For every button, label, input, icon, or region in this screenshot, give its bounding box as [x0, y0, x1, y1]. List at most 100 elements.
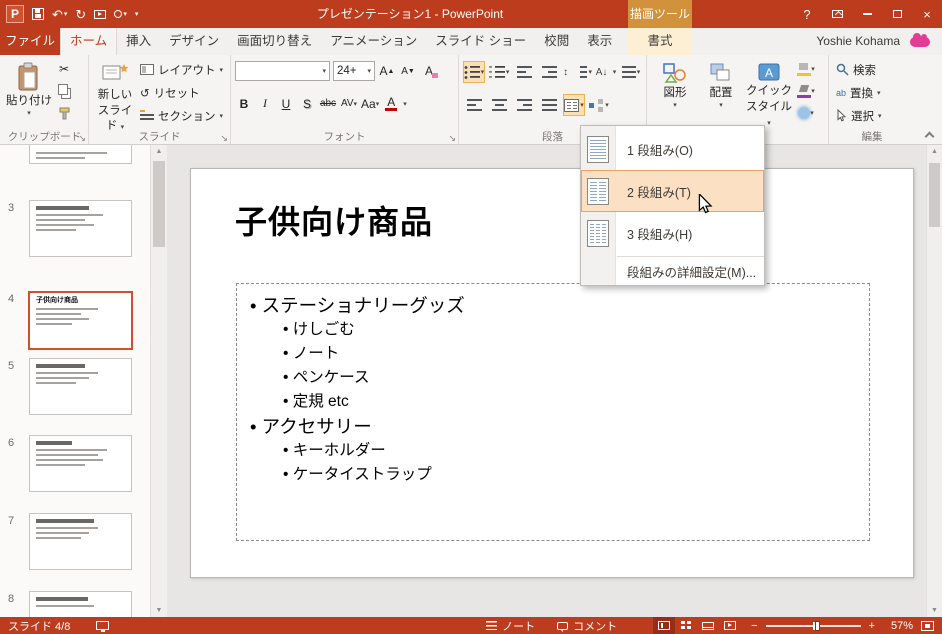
bullet-item[interactable]: • ステーショナリーグッズ — [250, 293, 869, 318]
thumbnail-slide-5[interactable] — [29, 358, 132, 415]
copy-button[interactable] — [53, 81, 75, 101]
text-shadow-button[interactable]: S — [298, 94, 316, 113]
bullet-item[interactable]: • ノート — [283, 342, 869, 366]
scroll-down-icon[interactable]: ▼ — [151, 607, 167, 614]
cut-button[interactable]: ✂ — [53, 59, 75, 79]
ribbon-display-options-button[interactable] — [822, 0, 852, 28]
change-case-button[interactable]: Aa ▾ — [361, 94, 379, 113]
shapes-button[interactable]: 図形 ▾ — [651, 59, 699, 129]
align-left-button[interactable] — [463, 94, 485, 116]
shape-effects-button[interactable]: ▾ — [795, 103, 817, 123]
font-name-combo[interactable]: ▾ — [235, 61, 330, 81]
zoom-slider-thumb[interactable] — [814, 620, 820, 631]
menu-item-one-column[interactable]: 1 段組み(O) — [581, 128, 764, 170]
maximize-button[interactable] — [882, 0, 912, 28]
new-slide-button[interactable]: 新しい スライド ▾ — [93, 59, 137, 133]
thumbnail-scrollbar-thumb[interactable] — [153, 161, 165, 247]
tab-slideshow[interactable]: スライド ショー — [426, 28, 535, 55]
collapse-ribbon-button[interactable] — [924, 131, 935, 142]
thumbnail-slide-4-selected[interactable]: 子供向け商品 — [28, 291, 133, 350]
undo-dropdown-caret[interactable]: ▾ — [64, 11, 68, 18]
line-spacing-button[interactable]: ↕ ▾ — [563, 61, 592, 83]
decrease-indent-button[interactable] — [513, 61, 535, 83]
shape-fill-button[interactable]: ▾ — [795, 59, 817, 79]
align-center-button[interactable] — [488, 94, 510, 116]
tab-home[interactable]: ホーム — [60, 28, 118, 55]
zoom-out-button[interactable]: − — [751, 620, 757, 632]
save-button[interactable] — [32, 8, 44, 20]
redo-button[interactable]: ↻ — [75, 8, 86, 21]
layout-button[interactable]: レイアウト ▾ — [137, 59, 226, 80]
paste-caret[interactable]: ▾ — [27, 110, 31, 119]
quick-styles-button[interactable]: A クイック スタイル ▾ — [743, 59, 795, 129]
bullet-item[interactable]: • けしごむ — [283, 318, 869, 342]
reset-button[interactable]: ↺ リセット — [137, 82, 203, 103]
menu-item-more-columns[interactable]: 段組みの詳細設定(M)... — [581, 259, 764, 283]
help-button[interactable]: ? — [792, 0, 822, 28]
tab-review[interactable]: 校閲 — [535, 28, 578, 55]
content-placeholder-selected[interactable]: • ステーショナリーグッズ • けしごむ • ノート • ペンケース • 定規 … — [236, 283, 870, 541]
main-scrollbar-thumb[interactable] — [929, 163, 940, 227]
cloud-account-icon[interactable] — [910, 33, 930, 47]
decrease-font-button[interactable]: A ▼ — [399, 62, 417, 81]
new-slide-caret[interactable]: ▾ — [121, 124, 125, 131]
tab-file[interactable]: ファイル — [0, 28, 60, 55]
section-button[interactable]: セクション ▾ — [137, 105, 226, 126]
powerpoint-app-icon[interactable]: P — [6, 5, 24, 23]
tab-insert[interactable]: 挿入 — [117, 28, 160, 55]
menu-item-two-columns-highlighted[interactable]: 2 段組み(T) — [581, 170, 764, 212]
character-spacing-button[interactable]: AV ▾ — [340, 94, 358, 113]
scroll-up-icon[interactable]: ▲ — [927, 148, 942, 155]
bullet-item[interactable]: • 定規 etc — [283, 390, 869, 414]
increase-indent-button[interactable] — [538, 61, 560, 83]
text-direction-button[interactable]: A↓ ▾ — [595, 61, 617, 83]
thumbnail-slide-2-partial[interactable] — [29, 145, 132, 164]
align-text-button[interactable]: ▾ — [620, 61, 642, 83]
font-size-combo[interactable]: 24+ ▾ — [333, 61, 375, 81]
font-size-caret[interactable]: ▾ — [367, 67, 371, 75]
slides-dialog-launcher[interactable]: ↘ — [220, 134, 228, 143]
clear-formatting-button[interactable]: A — [420, 62, 438, 81]
underline-button[interactable]: U — [277, 94, 295, 113]
zoom-level[interactable]: 57% — [879, 620, 913, 632]
slide-title[interactable]: 子供向け商品 — [235, 197, 433, 243]
display-settings-icon[interactable] — [96, 621, 110, 632]
increase-font-button[interactable]: A ▲ — [378, 62, 396, 81]
normal-view-button[interactable] — [653, 617, 676, 634]
columns-button[interactable]: ▾ — [563, 94, 585, 116]
bold-button[interactable]: B — [235, 94, 253, 113]
align-right-button[interactable] — [513, 94, 535, 116]
font-dialog-launcher[interactable]: ↘ — [448, 134, 456, 143]
tab-view[interactable]: 表示 — [578, 28, 621, 55]
close-button[interactable]: × — [912, 0, 942, 28]
main-scrollbar[interactable]: ▲ ▼ — [926, 145, 942, 617]
start-slideshow-button[interactable] — [94, 9, 107, 19]
scroll-down-icon[interactable]: ▼ — [927, 607, 942, 614]
format-painter-button[interactable] — [53, 103, 75, 123]
bullet-item[interactable]: • ケータイストラップ — [283, 463, 869, 487]
scroll-up-icon[interactable]: ▲ — [151, 148, 167, 155]
font-color-button[interactable]: A — [382, 94, 400, 113]
menu-item-three-columns[interactable]: 3 段組み(H) — [581, 212, 764, 254]
bullet-item[interactable]: • キーホルダー — [283, 439, 869, 463]
select-button[interactable]: 選択 ▾ — [833, 105, 885, 126]
font-name-caret[interactable]: ▾ — [322, 67, 326, 75]
font-color-caret[interactable]: ▾ — [403, 100, 407, 108]
slideshow-view-button[interactable] — [719, 617, 741, 634]
numbering-button[interactable]: ▾ — [488, 61, 510, 83]
thumbnail-scrollbar[interactable]: ▲ ▼ — [150, 145, 167, 617]
tab-transitions[interactable]: 画面切り替え — [228, 28, 321, 55]
thumbnail-slide-7[interactable] — [29, 513, 132, 570]
thumbnail-slide-8[interactable] — [29, 591, 132, 617]
comments-toggle[interactable]: コメント — [557, 618, 617, 634]
convert-to-smartart-button[interactable]: ▾ — [588, 94, 610, 116]
touch-mode-button[interactable]: ▾ — [114, 10, 127, 18]
fit-to-window-button[interactable] — [921, 620, 934, 631]
reading-view-button[interactable] — [697, 617, 719, 634]
customize-qat-button[interactable]: ▾ — [135, 11, 139, 18]
thumbnail-slide-3[interactable] — [29, 200, 132, 257]
thumbnail-slide-6[interactable] — [29, 435, 132, 492]
slide-canvas[interactable]: 子供向け商品 • ステーショナリーグッズ • けしごむ • ノート • ペンケー… — [190, 168, 914, 578]
tab-format-context[interactable]: 書式 — [628, 28, 692, 55]
notes-toggle[interactable]: ノート — [486, 618, 535, 634]
